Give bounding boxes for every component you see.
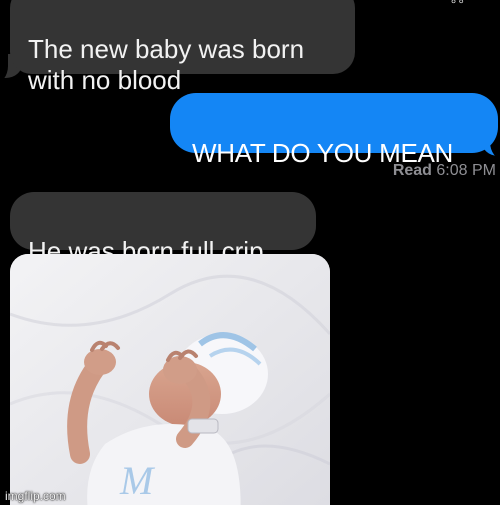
read-label: Read: [392, 162, 432, 179]
incoming-message-bubble[interactable]: The new baby was born with no blood: [10, 0, 355, 95]
message-thread: °° The new baby was born with no blood W…: [0, 0, 500, 505]
incoming-message-bubble[interactable]: He was born full crip: [10, 192, 316, 266]
outgoing-message-bubble[interactable]: WHAT DO YOU MEAN: [170, 93, 498, 168]
bubble-tail-mask: [0, 48, 8, 84]
imgflip-watermark: imgflip.com: [5, 489, 66, 503]
incoming-message-text: The new baby was born with no blood: [28, 34, 305, 96]
status-icons: °°: [450, 0, 466, 12]
read-receipt: Read 6:08 PM: [393, 162, 496, 180]
svg-text:M: M: [119, 458, 156, 503]
newborn-photo-illustration: M: [10, 254, 330, 505]
photo-attachment[interactable]: M: [10, 254, 330, 505]
read-time: 6:08 PM: [436, 162, 496, 179]
